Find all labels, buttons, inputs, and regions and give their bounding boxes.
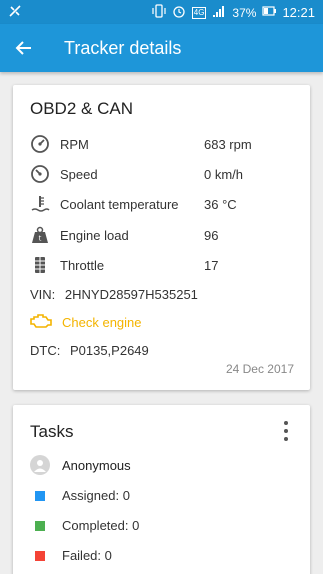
obd-card: OBD2 & CAN RPM 683 rpm Speed 0 km/h Cool…: [13, 85, 310, 390]
vin-label: VIN:: [30, 287, 56, 302]
update-date: 24 Dec 2017: [225, 362, 294, 376]
metric-label: Engine load: [60, 227, 129, 243]
status-square-icon: [35, 550, 45, 561]
back-button[interactable]: [0, 24, 48, 72]
metric-value: 36 °C: [204, 196, 237, 212]
task-status-label: Failed: 0: [62, 548, 112, 563]
check-engine-label: Check engine: [62, 315, 142, 330]
metric-label: Speed: [60, 166, 98, 182]
assignee-name: Anonymous: [62, 457, 131, 473]
status-bar: 4G 37% 12:21: [0, 0, 323, 24]
metric-value: 17: [204, 257, 219, 273]
signal-icon: [212, 4, 226, 22]
clock: 12:21: [282, 5, 315, 20]
tasks-card: Tasks Anonymous Assigned: 0 Completed: 0…: [13, 405, 310, 574]
task-status-label: Completed: 0: [62, 518, 140, 533]
vin-value: 2HNYD28597H535251: [64, 287, 198, 302]
metric-value: 0 km/h: [204, 166, 244, 182]
battery-percent: 37%: [232, 6, 257, 20]
metric-row-rpm: RPM 683 rpm: [13, 132, 310, 156]
dtc-row: DTC: P0135,P2649: [30, 343, 149, 358]
no-sim-icon: [8, 4, 22, 21]
engine-warning-icon: [30, 313, 52, 332]
person-icon: [34, 460, 46, 472]
metric-value: 96: [204, 227, 219, 243]
metric-row-coolant: Coolant temperature 36 °C: [13, 192, 310, 216]
task-status-assigned: Assigned: 0: [30, 488, 130, 503]
svg-text:t: t: [39, 235, 42, 243]
vin-row: VIN: 2HNYD28597H535251: [30, 287, 198, 302]
obd-card-title: OBD2 & CAN: [30, 99, 133, 118]
metric-value: 683 rpm: [204, 136, 252, 152]
dtc-label: DTC:: [30, 343, 61, 358]
throttle-icon: [30, 255, 50, 275]
status-square-icon: [35, 490, 45, 501]
check-engine-row: Check engine: [30, 313, 142, 332]
dtc-value: P0135,P2649: [69, 343, 149, 358]
battery-icon: [262, 4, 277, 22]
alarm-icon: [172, 4, 186, 22]
status-square-icon: [35, 520, 45, 531]
more-options-button[interactable]: [278, 421, 294, 441]
metric-row-speed: Speed 0 km/h: [13, 162, 310, 186]
gauge-icon: [30, 134, 50, 154]
avatar: [30, 455, 50, 475]
tasks-card-title: Tasks: [30, 422, 74, 441]
app-bar: Tracker details: [0, 24, 323, 72]
page-title: Tracker details: [64, 37, 182, 58]
arrow-back-icon: [15, 41, 31, 55]
network-type-icon: 4G: [191, 7, 207, 19]
weight-icon: t: [30, 225, 50, 245]
metric-label: Coolant temperature: [60, 196, 179, 212]
metric-row-engine-load: t Engine load 96: [13, 223, 310, 247]
coolant-icon: [30, 194, 50, 214]
metric-label: RPM: [60, 136, 89, 152]
task-status-completed: Completed: 0: [30, 518, 139, 533]
speedometer-icon: [30, 164, 50, 184]
task-status-label: Assigned: 0: [62, 488, 130, 503]
task-status-failed: Failed: 0: [30, 548, 112, 563]
metric-label: Throttle: [60, 257, 105, 273]
vibrate-icon: [152, 4, 166, 22]
assignee-row: Anonymous: [30, 455, 131, 475]
metric-row-throttle: Throttle 17: [13, 253, 310, 277]
